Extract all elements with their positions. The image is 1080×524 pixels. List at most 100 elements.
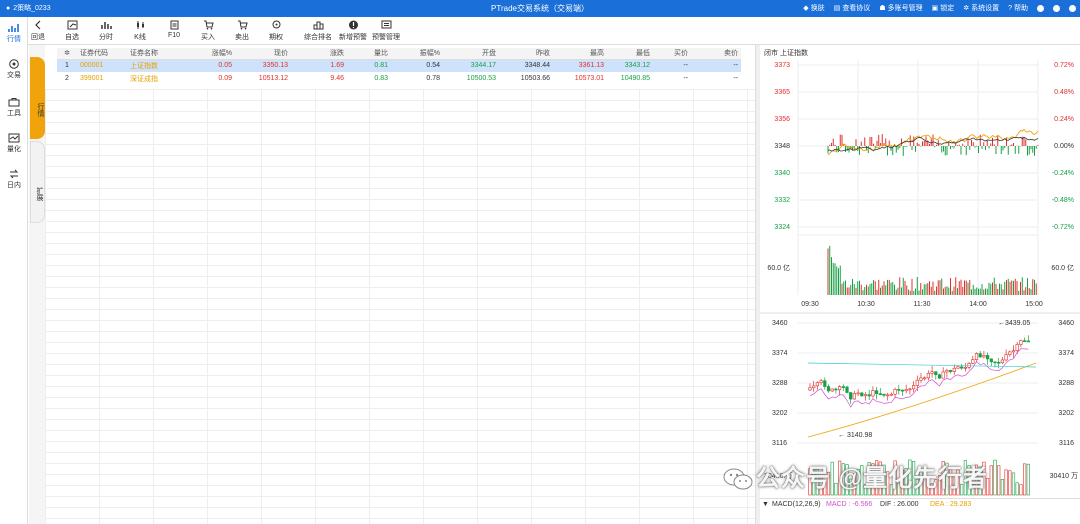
kline-volume-bar [1026,463,1030,496]
dif-value: DIF : 26.000 [880,501,919,508]
kline-volume-bar [1019,484,1023,496]
sell-button[interactable]: 卖出 [228,20,256,42]
f10-button[interactable]: F10 [160,20,188,39]
help-button[interactable]: ? 帮助 [1008,3,1028,13]
nav-quant[interactable]: 量化 [0,133,28,154]
kline-volume-bar [1022,463,1027,496]
col-volume-ratio[interactable]: 量比 [347,48,391,60]
candle-body [834,388,838,391]
toolbar: 回退 自选 分时 K线 F10 买入 卖出 期权 综合排名 新增预警 预警管理 [0,17,1080,45]
candle-body [923,377,927,380]
nav-market[interactable]: 行情 [0,23,28,44]
kline-high-label: ←3439.05 [998,320,1030,327]
col-pct[interactable]: 涨幅% [177,48,235,60]
minimize-icon[interactable] [1037,4,1044,12]
tab-extend[interactable]: 扩展 [30,141,45,223]
kline-tick-left: 3202 [772,410,788,417]
tab-market[interactable]: 行情 [30,57,45,139]
alert-manage-button[interactable]: 预警管理 [370,20,402,42]
intraday-chart: 3373 3365 3356 3348 3340 3332 3324 0.72% 0.48% 0.… [767,59,1074,308]
candle-body [945,370,949,373]
col-low[interactable]: 最低 [607,48,653,60]
settings-button[interactable]: ✲ 系统设置 [963,3,999,13]
candle-body [815,382,819,387]
col-name[interactable]: 证券名称 [127,48,177,60]
back-icon [34,20,40,30]
candle-body [1004,354,1008,361]
price-tick-label: 3373 [774,62,790,69]
title-bar: ● 2策略_0233 PTrade交易系统（交易端） ◆ 换肤 ▤ 查看协议 ☗ 多账… [0,0,1080,17]
buy-button[interactable]: 买入 [194,20,222,42]
table-row[interactable]: 2 399001 深证成指 0.09 10513.12 9.46 0.83 0.… [57,72,741,85]
nav-trade[interactable]: 交易 [0,59,28,80]
col-price[interactable]: 现价 [235,48,291,60]
ranking-button[interactable]: 综合排名 [302,20,334,42]
restore-icon[interactable] [1053,4,1060,12]
column-settings-icon[interactable]: ✲ [57,48,77,60]
kline-tick-right: 3288 [1058,380,1074,387]
close-icon[interactable] [1069,4,1076,12]
candle-body [997,361,1001,364]
collapse-icon[interactable]: ▼ [762,501,769,508]
candle-body [934,371,938,375]
kline-volume-bar [997,465,1001,496]
ma-long-line [807,362,1037,438]
ranking-icon [313,21,323,30]
col-ask[interactable]: 卖价 [691,48,741,60]
col-code[interactable]: 证券代码 [77,48,127,60]
price-tick-label: 3332 [774,197,790,204]
kline-button[interactable]: K线 [126,20,154,42]
candle-body [889,393,894,396]
kvol-label-right: 30410 万 [1050,472,1078,480]
market-icon [8,24,19,32]
candle-body [960,366,964,369]
kline-volume-bar [1011,472,1016,496]
time-tick-label: 15:00 [1025,301,1043,308]
candle-body [963,367,968,369]
candle-body [856,392,860,395]
empty-grid [45,89,755,524]
price-tick-label: 3340 [774,170,790,177]
pct-tick-label: 0.24% [1054,116,1074,123]
trade-icon [9,59,19,69]
chart-canvas[interactable]: 3373 3365 3356 3348 3340 3332 3324 0.72% 0.48% 0.… [760,45,1080,524]
kline-tick-left: 3374 [772,350,788,357]
candle-body [819,380,823,384]
table-row[interactable]: 1 000001 上证指数 0.05 3350.13 1.69 0.81 0.5… [57,59,741,72]
users-icon: ☗ [879,5,886,12]
col-prev-close[interactable]: 昨收 [499,48,553,60]
col-change[interactable]: 涨跌 [291,48,347,60]
watchlist-button[interactable]: 自选 [58,20,86,42]
candle-body [952,367,956,372]
col-high[interactable]: 最高 [553,48,607,60]
pct-tick-label: -0.48% [1052,197,1074,204]
options-button[interactable]: 期权 [262,20,290,42]
kline-tick-right: 3460 [1058,320,1074,327]
help-icon: ? [1008,4,1012,12]
col-bid[interactable]: 买价 [653,48,691,60]
volume-label-left: 60.0 亿 [767,263,790,272]
cart-out-icon [237,20,248,30]
col-amplitude[interactable]: 振幅% [391,48,443,60]
alert-icon [348,20,358,30]
skin-icon: ◆ [803,5,809,12]
lock-icon: ▣ [931,5,939,12]
lock-button[interactable]: ▣ 锁定 [932,3,955,13]
protocol-button[interactable]: ▤ 查看协议 [834,3,871,13]
candle-body [826,386,831,392]
pct-tick-label: -0.24% [1052,170,1074,177]
time-tick-label: 10:30 [857,301,875,308]
price-tick-label: 3356 [774,116,790,123]
nav-tools[interactable]: 工具 [0,97,28,118]
col-open[interactable]: 开盘 [443,48,499,60]
candle-body [812,385,816,389]
add-alert-button[interactable]: 新增预警 [337,20,369,42]
skin-button[interactable]: ◆ 换肤 [803,3,824,13]
candle-body [1022,340,1027,342]
multi-account-button[interactable]: ☗ 多账号管理 [879,3,922,13]
intraday-button[interactable]: 分时 [92,20,120,42]
candle-body [904,389,908,392]
back-button[interactable]: 回退 [24,20,52,42]
nav-intraday[interactable]: 日内 [0,169,28,190]
doc-icon: ▤ [833,5,841,12]
